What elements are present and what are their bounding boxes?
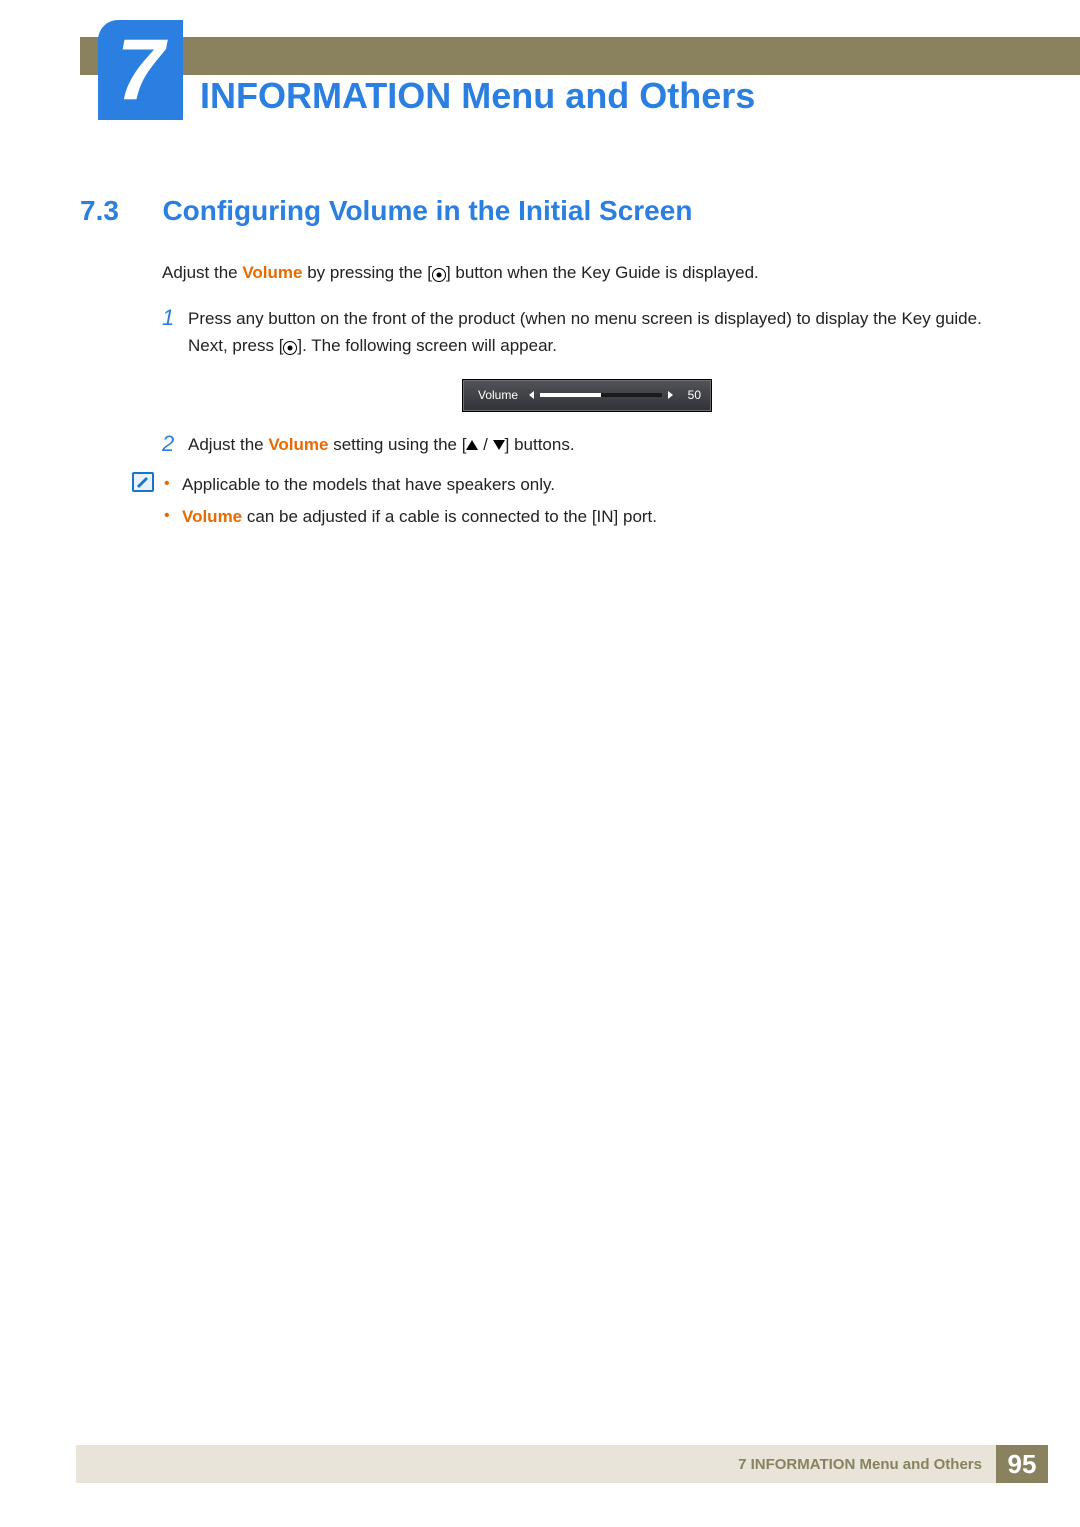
note-list: Applicable to the models that have speak… bbox=[162, 472, 1012, 537]
circle-button-icon bbox=[432, 262, 446, 288]
step-1: 1 Press any button on the front of the p… bbox=[162, 306, 1012, 361]
footer: 7 INFORMATION Menu and Others 95 bbox=[76, 1445, 1048, 1483]
chapter-number: 7 bbox=[98, 20, 183, 120]
note-item-2: Volume can be adjusted if a cable is con… bbox=[182, 504, 1012, 530]
note-item-2-bold: Volume bbox=[182, 507, 242, 526]
osd-left-arrow-icon bbox=[529, 391, 534, 399]
osd-value: 50 bbox=[679, 386, 701, 405]
section-number: 7.3 bbox=[80, 195, 158, 227]
step2-a: Adjust the bbox=[188, 435, 268, 454]
chapter-title: INFORMATION Menu and Others bbox=[200, 75, 755, 117]
step-2-number: 2 bbox=[162, 432, 188, 458]
osd-slider bbox=[540, 393, 662, 397]
step-2-text: Adjust the Volume setting using the [ / … bbox=[188, 432, 1012, 458]
osd-panel: Volume 50 bbox=[462, 379, 712, 412]
chapter-tab: 7 bbox=[98, 20, 183, 120]
section-title: Configuring Volume in the Initial Screen bbox=[162, 195, 692, 227]
intro-bold: Volume bbox=[242, 263, 302, 282]
header-band bbox=[80, 37, 1080, 75]
intro-paragraph: Adjust the Volume by pressing the [ ] but… bbox=[162, 260, 1012, 288]
footer-text: 7 INFORMATION Menu and Others bbox=[76, 1445, 996, 1483]
osd-screenshot: Volume 50 bbox=[162, 379, 1012, 412]
step-2: 2 Adjust the Volume setting using the [ … bbox=[162, 432, 1012, 458]
slash: / bbox=[478, 435, 492, 454]
note-block: Applicable to the models that have speak… bbox=[162, 472, 1012, 537]
osd-right-arrow-icon bbox=[668, 391, 673, 399]
step2-bold: Volume bbox=[268, 435, 328, 454]
step-1-text: Press any button on the front of the pro… bbox=[188, 306, 1012, 361]
step1-b: ]. The following screen will appear. bbox=[297, 336, 557, 355]
down-triangle-icon bbox=[493, 440, 505, 450]
footer-page-number: 95 bbox=[996, 1445, 1048, 1483]
step2-c: ] buttons. bbox=[505, 435, 575, 454]
note-item-2-rest: can be adjusted if a cable is connected … bbox=[242, 507, 657, 526]
osd-slider-fill bbox=[540, 393, 601, 397]
note-item-1: Applicable to the models that have speak… bbox=[182, 472, 1012, 498]
step-1-number: 1 bbox=[162, 306, 188, 361]
circle-button-icon bbox=[283, 335, 297, 361]
section-heading: 7.3 Configuring Volume in the Initial Sc… bbox=[80, 195, 1020, 227]
up-triangle-icon bbox=[466, 440, 478, 450]
note-icon bbox=[132, 472, 158, 537]
intro-post-a: by pressing the [ bbox=[302, 263, 431, 282]
step2-b: setting using the [ bbox=[328, 435, 466, 454]
intro-post-b: ] button when the Key Guide is displayed… bbox=[446, 263, 759, 282]
osd-label: Volume bbox=[473, 386, 523, 405]
body-content: Adjust the Volume by pressing the [ ] but… bbox=[162, 260, 1012, 537]
intro-pre: Adjust the bbox=[162, 263, 242, 282]
